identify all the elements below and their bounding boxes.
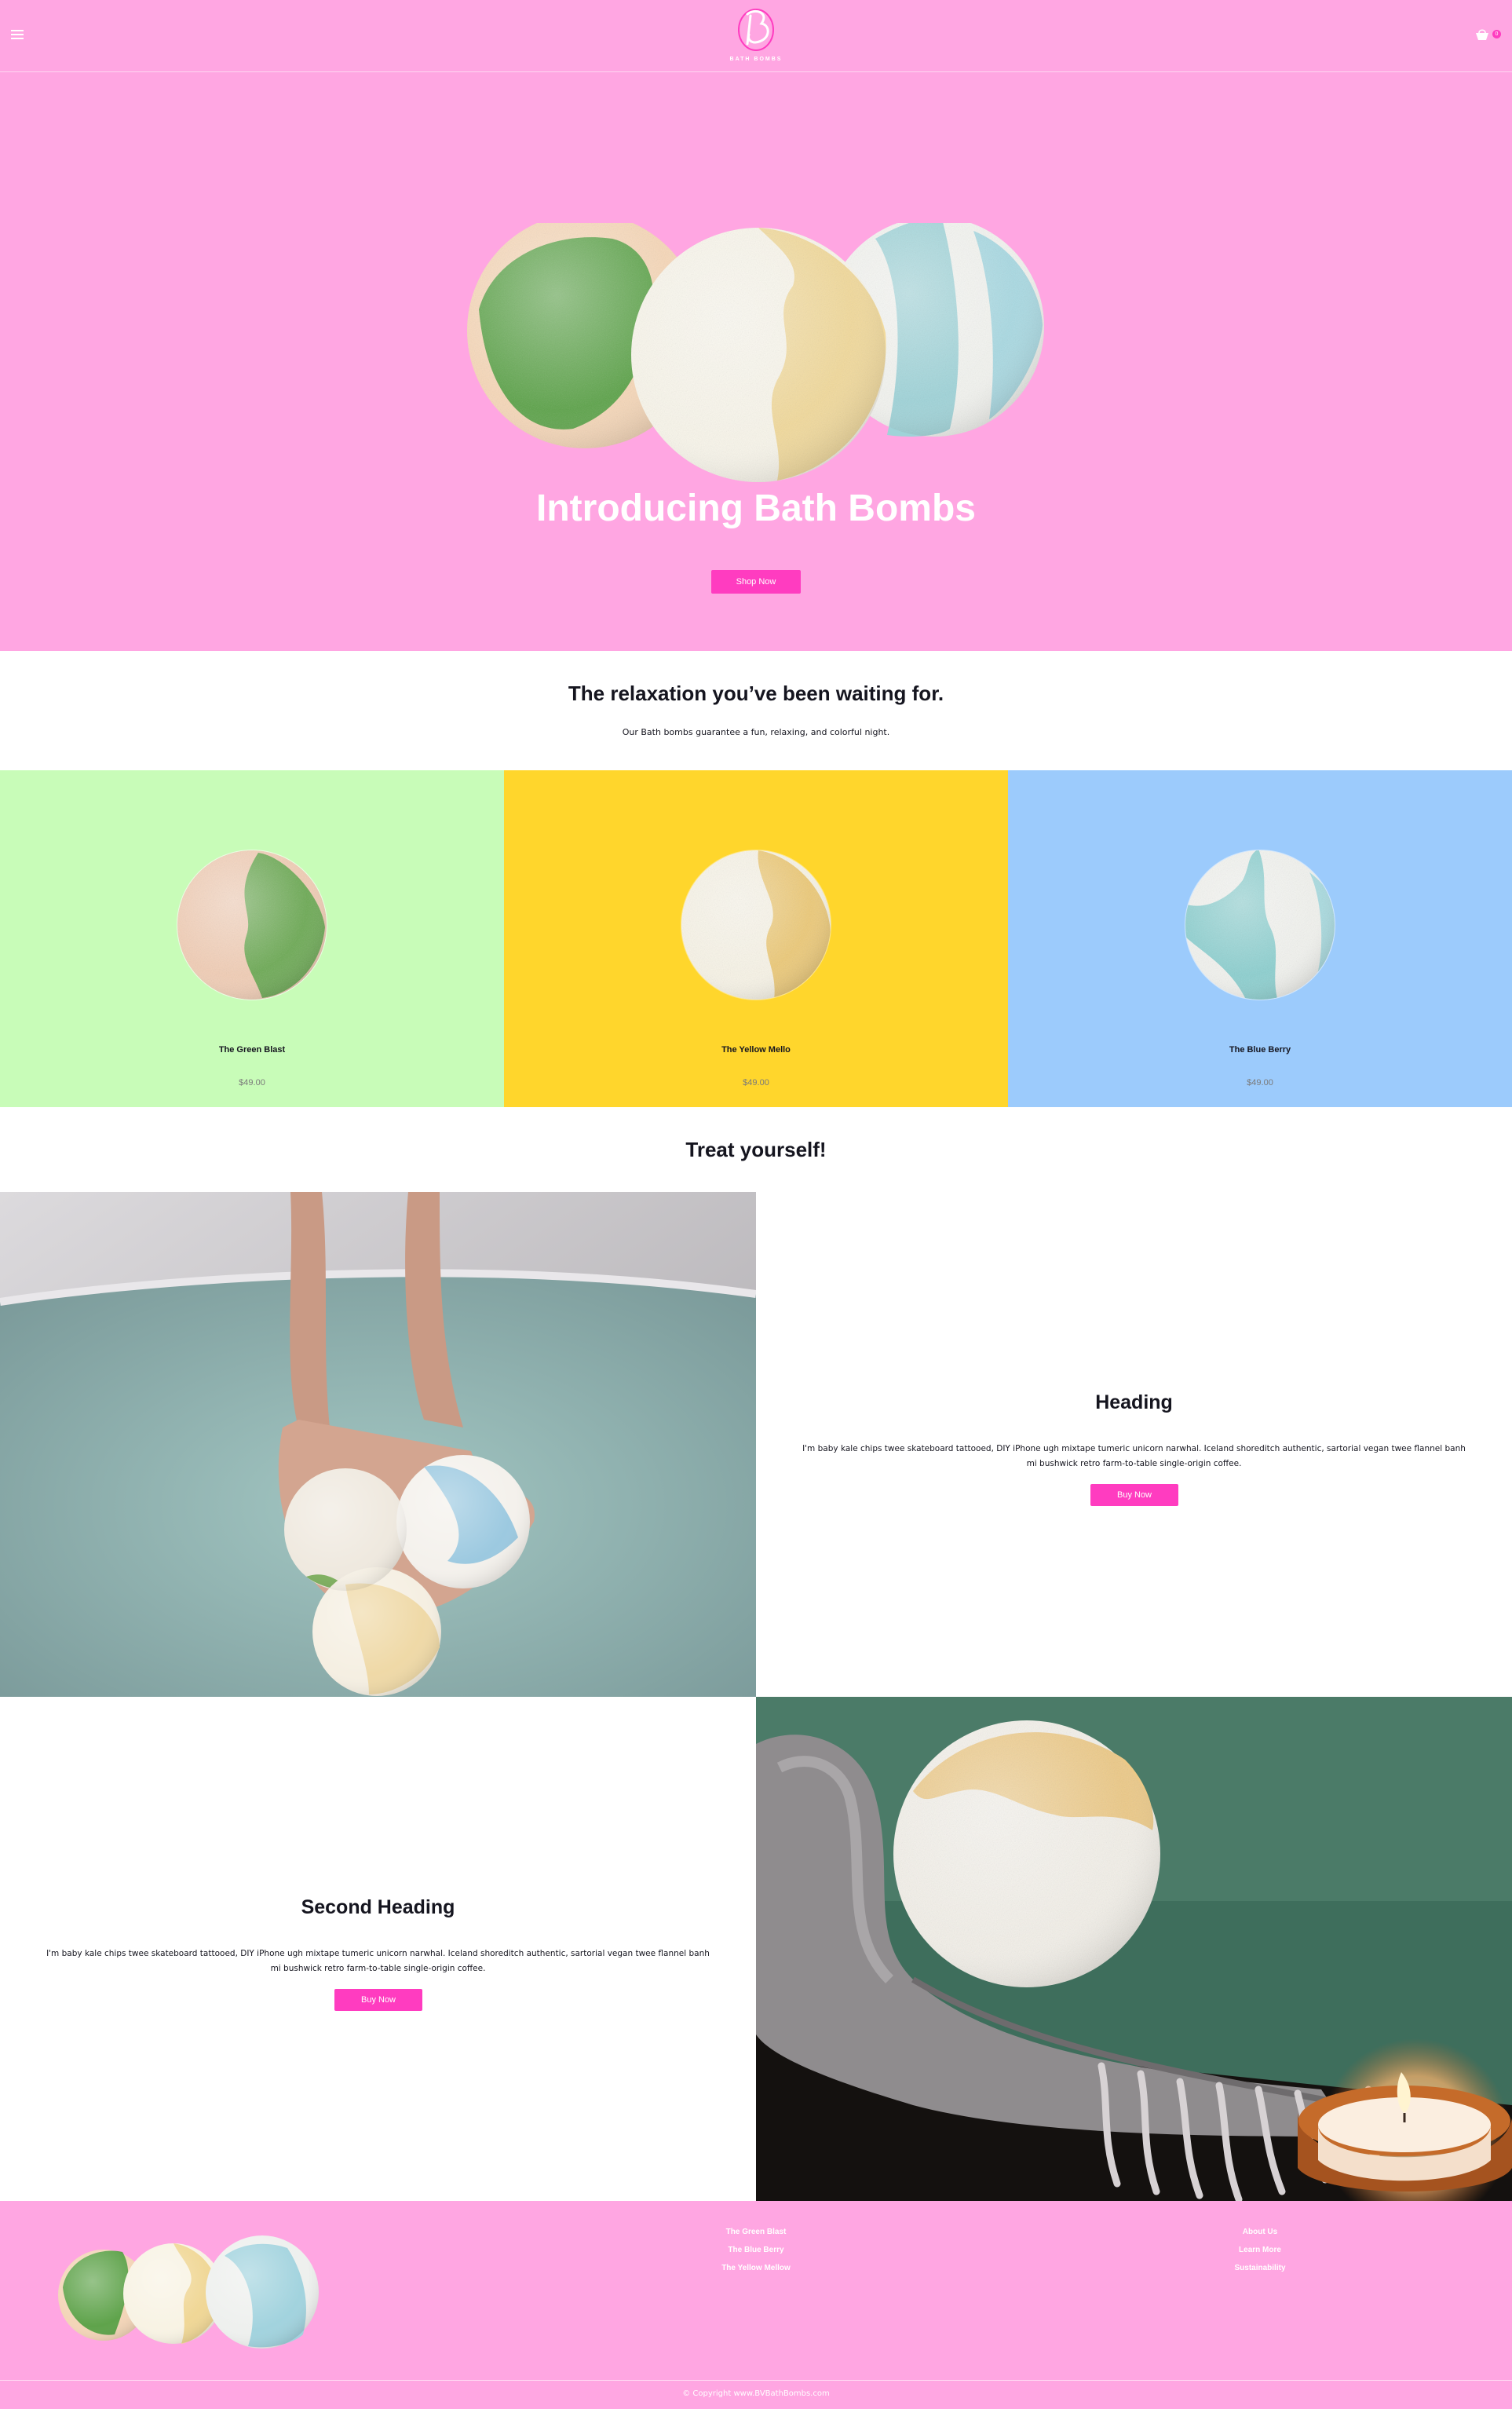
product-card-yellow[interactable]: The Yellow Mello $49.00: [504, 770, 1008, 1107]
product-card-blue[interactable]: The Blue Berry $49.00: [1008, 770, 1512, 1107]
footer-bath-bombs-image: [58, 2235, 319, 2349]
feature-block-2: Second Heading I'm baby kale chips twee …: [0, 1697, 756, 2201]
copyright-text: © Copyright www.BVBathBombs.com: [682, 2389, 830, 2398]
buy-now-button[interactable]: Buy Now: [334, 1989, 422, 2011]
product-name[interactable]: The Green Blast: [0, 1045, 504, 1055]
footer-link-blue-berry[interactable]: The Blue Berry: [677, 2241, 835, 2259]
hero-bath-bombs-image: [467, 223, 1044, 482]
product-image-blue: [1185, 850, 1335, 1000]
shop-now-button[interactable]: Shop Now: [711, 570, 801, 594]
hands-bath-bombs-photo: [0, 1192, 756, 1697]
hero-title: Introducing Bath Bombs: [536, 488, 976, 529]
hero-section: Introducing Bath Bombs Shop Now: [0, 72, 1512, 651]
footer-link-sustainability[interactable]: Sustainability: [1181, 2259, 1339, 2277]
feature-text: I'm baby kale chips twee skateboard tatt…: [46, 1949, 710, 1973]
site-footer: The Green Blast The Blue Berry The Yello…: [0, 2201, 1512, 2409]
site-header: BATH BOMBS 0: [0, 0, 1512, 72]
footer-link-green-blast[interactable]: The Green Blast: [677, 2223, 835, 2241]
footer-divider: [0, 2380, 1512, 2381]
feature-heading: Heading: [1095, 1391, 1173, 1413]
footer-link-learn-more[interactable]: Learn More: [1181, 2241, 1339, 2259]
feature-block-1: Heading I'm baby kale chips twee skatebo…: [756, 1192, 1512, 1697]
logo[interactable]: BATH BOMBS: [724, 6, 788, 66]
footer-info-links: About Us Learn More Sustainability: [1181, 2223, 1339, 2277]
cart-button[interactable]: 0: [1474, 28, 1501, 42]
product-card-green[interactable]: The Green Blast $49.00: [0, 770, 504, 1107]
logo-mark: [738, 9, 774, 51]
intro-subtitle: Our Bath bombs guarantee a fun, relaxing…: [622, 727, 890, 737]
menu-icon[interactable]: [11, 30, 24, 39]
product-price: $49.00: [1247, 1078, 1273, 1088]
feature-text: I'm baby kale chips twee skateboard tatt…: [802, 1444, 1466, 1468]
product-image-green: [177, 850, 327, 1000]
feature-heading: Second Heading: [301, 1896, 455, 1918]
product-price: $49.00: [239, 1078, 265, 1088]
logo-text: BATH BOMBS: [729, 57, 783, 62]
cart-count-badge: 0: [1492, 30, 1501, 38]
footer-link-yellow-mellow[interactable]: The Yellow Mellow: [677, 2259, 835, 2277]
product-price: $49.00: [743, 1078, 769, 1088]
bath-bomb-candle-photo: [756, 1697, 1512, 2201]
buy-now-button[interactable]: Buy Now: [1090, 1484, 1178, 1506]
treat-title: Treat yourself!: [685, 1138, 827, 1161]
cart-icon: [1476, 29, 1488, 40]
intro-title: The relaxation you’ve been waiting for.: [568, 682, 944, 705]
product-image-yellow: [681, 850, 831, 1000]
footer-link-about-us[interactable]: About Us: [1181, 2223, 1339, 2241]
product-name[interactable]: The Yellow Mello: [504, 1045, 1008, 1055]
product-name[interactable]: The Blue Berry: [1008, 1045, 1512, 1055]
footer-products-links: The Green Blast The Blue Berry The Yello…: [677, 2223, 835, 2277]
